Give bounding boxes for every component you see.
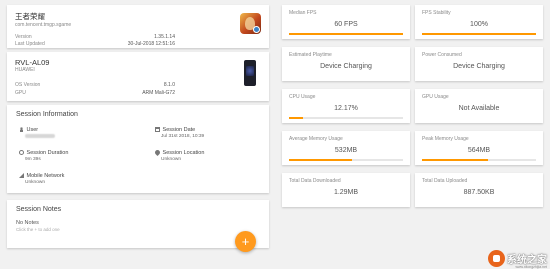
calendar-icon [155,127,160,132]
metric-label: Estimated Playtime [289,52,332,58]
app-updated-value: 30-Jul-2018 12:51:16 [127,41,175,47]
mobile-network-label: Mobile Network [26,173,65,179]
metric-estimated-playtime: Estimated Playtime Device Charging [282,47,410,81]
metric-label: FPS Stability [422,10,451,16]
gpu-value: ARM Mali-G72 [142,90,175,96]
app-version-value: 1.35.1.14 [154,34,175,40]
metric-value: 532MB [334,147,358,154]
metric-data-uploaded: Total Data Uploaded 887.50KB [415,173,543,207]
mobile-network-value: Unknown [25,180,45,185]
gpu-row: GPU ARM Mali-G72 [15,90,175,96]
signal-icon [19,173,24,178]
watermark: 系统之家 www.xitongzhijia.net [488,250,547,269]
app-package: com.tencent.tmgp.sgame [15,22,72,28]
metric-bar [289,117,403,119]
metric-bar [289,33,403,35]
session-duration-value: 9m 39s [25,157,41,162]
session-date-value: Jul 31st 2018, 10:39 [161,134,205,139]
app-card: 王者荣耀 com.tencent.tmgp.sgame Version 1.35… [7,5,269,48]
game-app-icon [240,13,261,34]
metric-value: Device Charging [320,63,372,70]
session-user: User [19,127,55,140]
metric-value: 564MB [467,147,491,154]
watermark-logo-icon [488,250,505,267]
session-location-label: Session Location [162,150,205,156]
metric-fps-stability: FPS Stability 100% [415,5,543,39]
metric-value: 1.29MB [333,189,359,196]
metric-value: 887.50KB [463,189,495,196]
metric-value: Device Charging [453,63,505,70]
no-notes-text: No Notes [16,220,39,226]
gpu-label: GPU [15,90,26,96]
session-info-title: Session Information [16,111,78,118]
metric-label: Average Memory Usage [289,136,343,142]
os-version-value: 8.1.0 [163,82,175,88]
mobile-network: Mobile Network Unknown [19,173,64,185]
location-pin-icon [153,148,162,157]
session-notes-card: Session Notes No Notes Click the + to ad… [7,200,269,248]
session-duration-label: Session Duration [26,150,69,156]
metric-label: GPU Usage [422,94,449,100]
metric-bar [289,159,403,161]
session-location-value: Unknown [161,157,181,162]
user-label: User [26,127,39,133]
add-note-hint: Click the + to add one [16,227,60,232]
device-brand: HUAWEI [15,67,35,73]
phone-icon [244,60,256,86]
metric-gpu-usage: GPU Usage Not Available [415,89,543,123]
user-icon [19,127,24,132]
metric-value: 12.17% [334,105,358,112]
session-date: Session Date Jul 31st 2018, 10:39 [155,127,204,139]
session-info-card: Session Information User Session Date Ju… [7,105,269,193]
metric-cpu-usage: CPU Usage 12.17% [282,89,410,123]
metric-label: Total Data Uploaded [422,178,468,184]
metric-label: Power Consumed [422,52,462,58]
session-notes-title: Session Notes [16,206,62,213]
metric-label: Median FPS [289,10,317,16]
metric-value: 60 FPS [334,21,358,28]
device-model: RVL-AL09 [15,58,50,67]
metric-value: Not Available [458,105,500,112]
watermark-text: 系统之家 [507,255,547,266]
metric-label: Total Data Downloaded [289,178,341,184]
session-date-label: Session Date [162,127,196,133]
metric-value: 100% [470,21,488,28]
metric-peak-memory: Peak Memory Usage 564MB [415,131,543,165]
metric-bar [422,33,536,35]
app-version-row: Version 1.35.1.14 [15,34,175,40]
metric-label: CPU Usage [289,94,316,100]
app-updated-row: Last Updated 30-Jul-2018 12:51:16 [15,41,175,47]
metric-average-memory: Average Memory Usage 532MB [282,131,410,165]
app-updated-label: Last Updated [15,41,45,47]
add-note-button[interactable]: + [235,231,256,252]
app-version-label: Version [15,34,32,40]
metric-data-downloaded: Total Data Downloaded 1.29MB [282,173,410,207]
session-location: Session Location Unknown [153,148,205,162]
os-version-label: OS Version [15,82,41,88]
metric-label: Peak Memory Usage [422,136,469,142]
app-name: 王者荣耀 [15,12,45,21]
watermark-url: www.xitongzhijia.net [515,265,547,269]
metric-power-consumed: Power Consumed Device Charging [415,47,543,81]
metric-bar [422,159,536,161]
os-version-row: OS Version 8.1.0 [15,82,175,88]
user-value-redacted [25,134,55,138]
clock-icon [19,150,24,155]
metric-median-fps: Median FPS 60 FPS [282,5,410,39]
device-card: RVL-AL09 HUAWEI OS Version 8.1.0 GPU ARM… [7,52,269,101]
session-duration: Session Duration 9m 39s [19,150,68,162]
